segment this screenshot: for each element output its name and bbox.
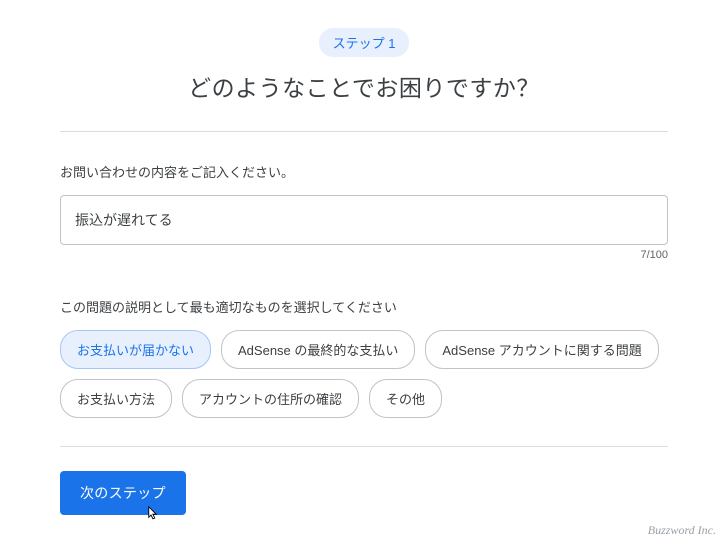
inquiry-label: お問い合わせの内容をご記入ください。 bbox=[60, 162, 668, 181]
inquiry-input[interactable] bbox=[60, 195, 668, 245]
footer-brand: Buzzword Inc. bbox=[648, 523, 716, 538]
divider bbox=[60, 131, 668, 132]
category-chips: お支払いが届かない AdSense の最終的な支払い AdSense アカウント… bbox=[60, 330, 668, 418]
chip-adsense-final-payment[interactable]: AdSense の最終的な支払い bbox=[221, 330, 415, 369]
step-badge: ステップ 1 bbox=[319, 28, 410, 57]
divider bbox=[60, 446, 668, 447]
chip-payment-not-received[interactable]: お支払いが届かない bbox=[60, 330, 211, 369]
chip-payment-method[interactable]: お支払い方法 bbox=[60, 379, 172, 418]
page-title: どのようなことでお困りですか？ bbox=[60, 69, 668, 103]
chip-other[interactable]: その他 bbox=[369, 379, 442, 418]
category-label: この問題の説明として最も適切なものを選択してください bbox=[60, 297, 668, 316]
chip-adsense-account-issue[interactable]: AdSense アカウントに関する問題 bbox=[425, 330, 658, 369]
char-counter: 7/100 bbox=[60, 249, 668, 261]
next-step-button[interactable]: 次のステップ bbox=[60, 471, 186, 515]
chip-address-verification[interactable]: アカウントの住所の確認 bbox=[182, 379, 359, 418]
